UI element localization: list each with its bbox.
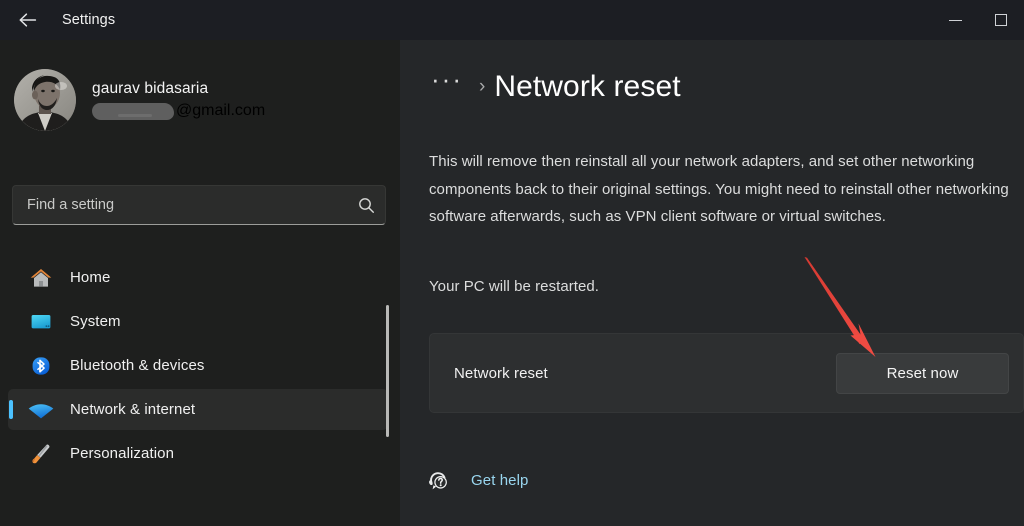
sidebar: gaurav bidasaria @gmail.com Find a setti… bbox=[0, 40, 400, 526]
sidebar-item-system[interactable]: System bbox=[8, 301, 388, 342]
wifi-icon bbox=[26, 399, 56, 421]
sidebar-item-label: Personalization bbox=[70, 445, 175, 462]
sidebar-item-label: Bluetooth & devices bbox=[70, 357, 205, 374]
minimize-icon bbox=[948, 19, 962, 21]
breadcrumb-separator-icon: › bbox=[478, 76, 486, 97]
account-text: gaurav bidasaria @gmail.com bbox=[92, 79, 265, 121]
app-title: Settings bbox=[62, 12, 116, 28]
system-monitor-icon bbox=[26, 310, 56, 334]
breadcrumb-overflow-button[interactable]: ··· bbox=[429, 66, 465, 92]
sidebar-item-label: Home bbox=[70, 269, 111, 286]
account-name: gaurav bidasaria bbox=[92, 80, 209, 97]
back-button[interactable] bbox=[6, 4, 50, 36]
avatar bbox=[14, 69, 76, 131]
sidebar-item-network-and-internet[interactable]: Network & internet bbox=[8, 389, 388, 430]
sidebar-scrollbar[interactable] bbox=[385, 302, 390, 526]
search-icon[interactable] bbox=[347, 197, 385, 214]
home-icon bbox=[26, 266, 56, 290]
paintbrush-icon bbox=[26, 442, 56, 466]
sidebar-nav: Home System Bluetooth & devices Network … bbox=[8, 257, 388, 477]
maximize-icon bbox=[995, 14, 1007, 26]
account-block[interactable]: gaurav bidasaria @gmail.com bbox=[0, 69, 265, 131]
content-pane: ··· › Network reset This will remove the… bbox=[400, 40, 1024, 526]
sidebar-item-label: System bbox=[70, 313, 121, 330]
get-help-link[interactable]: Get help bbox=[425, 465, 529, 495]
sidebar-scrollbar-thumb[interactable] bbox=[386, 305, 389, 437]
search-input[interactable] bbox=[13, 197, 347, 213]
settings-window: Settings gaurav bidasaria @gmail.com Fin… bbox=[0, 0, 1024, 526]
network-reset-card: Network reset Reset now bbox=[429, 333, 1024, 413]
get-help-label[interactable]: Get help bbox=[471, 472, 529, 489]
window-controls bbox=[932, 0, 1024, 40]
reset-now-button[interactable]: Reset now bbox=[836, 353, 1009, 394]
sidebar-item-home[interactable]: Home bbox=[8, 257, 388, 298]
selection-pill bbox=[9, 400, 13, 419]
page-title: Network reset bbox=[494, 70, 681, 103]
email-domain: @gmail.com bbox=[176, 102, 266, 119]
page-description: This will remove then reinstall all your… bbox=[429, 153, 1009, 225]
account-email: @gmail.com bbox=[92, 101, 265, 121]
sidebar-item-bluetooth-and-devices[interactable]: Bluetooth & devices bbox=[8, 345, 388, 386]
help-headset-icon bbox=[425, 465, 455, 495]
network-reset-card-label: Network reset bbox=[454, 364, 548, 382]
title-bar: Settings bbox=[0, 0, 1024, 40]
search-box[interactable] bbox=[12, 185, 386, 225]
breadcrumb: ··· › Network reset bbox=[429, 66, 681, 104]
sidebar-item-personalization[interactable]: Personalization bbox=[8, 433, 388, 474]
bluetooth-icon bbox=[26, 354, 56, 378]
minimize-button[interactable] bbox=[932, 0, 978, 40]
restart-note: Your PC will be restarted. bbox=[429, 278, 599, 295]
sidebar-item-label: Network & internet bbox=[70, 401, 196, 418]
email-redaction-mask bbox=[92, 102, 174, 120]
maximize-button[interactable] bbox=[978, 0, 1024, 40]
